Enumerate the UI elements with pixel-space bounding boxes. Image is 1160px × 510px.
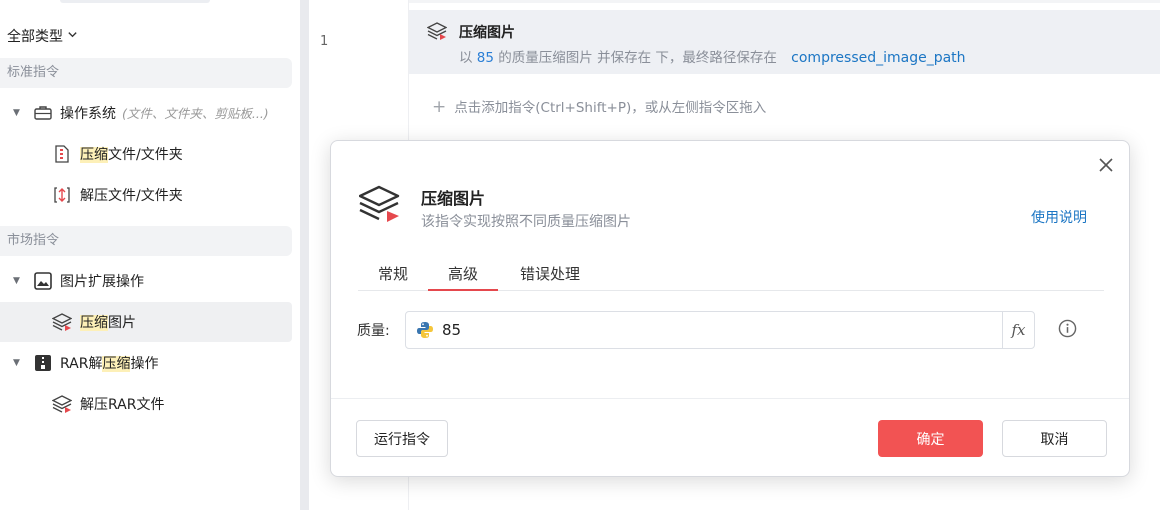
zip-file-icon — [52, 144, 72, 164]
confirm-button[interactable]: 确定 — [878, 420, 983, 457]
sidebar-top-scroll-pill — [60, 0, 210, 3]
editor-top-divider — [309, 0, 1160, 3]
tree-group-image[interactable]: ▼ 图片扩展操作 — [0, 261, 292, 301]
tree-item-compress-image[interactable]: 压缩图片 — [0, 302, 292, 342]
info-icon[interactable] — [1058, 319, 1077, 342]
layers-icon — [426, 22, 448, 44]
briefcase-icon — [33, 103, 53, 123]
step-title: 压缩图片 — [459, 25, 515, 41]
step-desc-mid: 的质量压缩图片 并保存在 下，最终路径保存在 — [498, 50, 777, 66]
image-icon — [33, 271, 53, 291]
tree-item-decompress-file[interactable]: 解压文件/文件夹 — [0, 175, 292, 215]
flow-step-compress-image[interactable]: 压缩图片 以 85 的质量压缩图片 并保存在 下，最终路径保存在 compres… — [409, 10, 1160, 74]
compress-image-highlight: 压缩 — [80, 315, 108, 331]
step-quality-value: 85 — [476, 50, 494, 66]
add-instruction-hint[interactable]: + 点击添加指令(Ctrl+Shift+P)，或从左侧指令区拖入 — [432, 96, 766, 117]
usage-guide-link[interactable]: 使用说明 — [1031, 207, 1087, 227]
line-number: 1 — [320, 34, 329, 49]
dialog-subtitle: 该指令实现按照不同质量压缩图片 — [421, 214, 631, 230]
python-icon — [416, 321, 434, 343]
section-market: 市场指令 — [0, 226, 292, 256]
layers-icon — [52, 312, 72, 332]
layers-icon — [358, 185, 401, 227]
type-filter-dropdown[interactable]: 全部类型 — [7, 26, 78, 46]
sidebar-scrollbar[interactable] — [300, 0, 309, 510]
dialog-footer-divider — [331, 398, 1129, 399]
quality-input-wrapper: fx — [405, 311, 1035, 349]
tab-error-handling[interactable]: 错误处理 — [516, 263, 584, 291]
instruction-sidebar: 全部类型 标准指令 ▼ 操作系统 (文件、文件夹、剪贴板...) 压缩文件/文件夹… — [0, 0, 300, 510]
dialog-title: 压缩图片 — [421, 189, 486, 208]
step-output-variable[interactable]: compressed_image_path — [791, 50, 965, 66]
tab-advanced[interactable]: 高级 — [428, 263, 498, 291]
quality-input[interactable] — [442, 321, 982, 339]
section-standard: 标准指令 — [0, 58, 292, 88]
tab-general[interactable]: 常规 — [377, 263, 409, 291]
os-group-label: 操作系统 — [60, 106, 116, 122]
close-icon[interactable] — [1099, 155, 1113, 177]
dialog-tabs: 常规 高级 错误处理 — [358, 261, 1104, 291]
decompress-file-label: 解压文件/文件夹 — [80, 188, 183, 204]
run-instruction-button[interactable]: 运行指令 — [356, 420, 448, 457]
archive-icon — [33, 353, 53, 373]
cancel-button[interactable]: 取消 — [1002, 420, 1107, 457]
tree-item-unrar[interactable]: 解压RAR文件 — [0, 384, 292, 424]
compress-file-highlight: 压缩 — [80, 147, 108, 163]
instruction-settings-dialog: 压缩图片 该指令实现按照不同质量压缩图片 使用说明 常规 高级 错误处理 质量:… — [330, 140, 1130, 477]
layers-icon — [52, 394, 72, 414]
unzip-icon — [52, 185, 72, 205]
type-filter-label: 全部类型 — [7, 29, 63, 45]
tree-group-os[interactable]: ▼ 操作系统 (文件、文件夹、剪贴板...) — [0, 93, 292, 133]
rar-group-pre: RAR解 — [60, 356, 103, 372]
unrar-label: 解压RAR文件 — [80, 397, 165, 413]
rar-group-post: 操作 — [130, 356, 159, 372]
rar-group-highlight: 压缩 — [102, 356, 131, 372]
expand-triangle-icon[interactable]: ▼ — [13, 358, 20, 368]
chevron-down-icon — [67, 29, 78, 43]
compress-image-label: 图片 — [108, 315, 136, 331]
expand-triangle-icon[interactable]: ▼ — [13, 276, 20, 286]
step-desc-pre: 以 — [459, 50, 473, 66]
fx-expression-button[interactable]: fx — [1002, 312, 1034, 348]
add-instruction-text: 点击添加指令(Ctrl+Shift+P)，或从左侧指令区拖入 — [454, 100, 767, 116]
os-group-hint: (文件、文件夹、剪贴板...) — [122, 106, 269, 121]
step-description: 以 85 的质量压缩图片 并保存在 下，最终路径保存在 compressed_i… — [459, 46, 966, 66]
tree-group-rar[interactable]: ▼ RAR解压缩操作 — [0, 343, 292, 383]
plus-icon: + — [432, 97, 447, 117]
expand-triangle-icon[interactable]: ▼ — [13, 108, 20, 118]
tree-item-compress-file[interactable]: 压缩文件/文件夹 — [0, 134, 292, 174]
image-group-label: 图片扩展操作 — [60, 274, 144, 290]
quality-label: 质量: — [357, 323, 390, 339]
compress-file-label: 文件/文件夹 — [108, 147, 183, 163]
